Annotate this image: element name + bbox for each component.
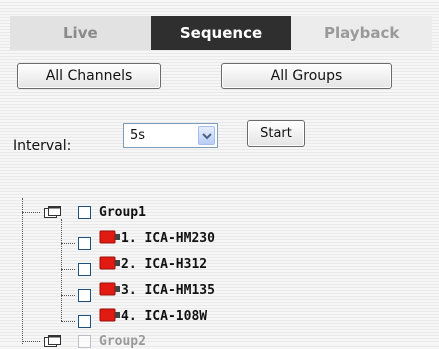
- all-channels-button[interactable]: All Channels: [17, 63, 161, 89]
- tree-connector: [61, 269, 75, 270]
- camera-checkbox[interactable]: [78, 263, 91, 276]
- chevron-down-icon[interactable]: [198, 126, 215, 145]
- camera-checkbox[interactable]: [78, 289, 91, 302]
- tree-connector: [22, 341, 40, 342]
- group2-checkbox[interactable]: [78, 335, 91, 348]
- tree-connector: [61, 321, 75, 322]
- tree-connector: [61, 295, 75, 296]
- folder-icon: [44, 206, 61, 218]
- start-button[interactable]: Start: [247, 120, 305, 147]
- group2-label: Group2: [99, 334, 146, 349]
- camera-label[interactable]: 1. ICA-HM230: [121, 231, 215, 246]
- camera-label[interactable]: 2. ICA-H312: [121, 257, 207, 272]
- tab-sequence[interactable]: Sequence: [150, 16, 292, 50]
- tree-connector: [61, 219, 62, 321]
- interval-select[interactable]: 5s: [123, 123, 218, 148]
- camera-label[interactable]: 4. ICA-108W: [121, 309, 207, 324]
- group1-checkbox[interactable]: [78, 206, 91, 219]
- tab-bar: Live Sequence Playback: [10, 16, 433, 50]
- tree-connector: [22, 198, 23, 344]
- channel-tree: Group1 1. ICA-HM230 2. ICA-H312 3. ICA-H…: [0, 0, 439, 349]
- all-groups-button[interactable]: All Groups: [221, 63, 392, 89]
- interval-label: Interval:: [13, 138, 72, 154]
- camera-checkbox[interactable]: [78, 237, 91, 250]
- tab-playback[interactable]: Playback: [291, 16, 433, 50]
- folder-icon: [44, 335, 61, 347]
- tree-connector: [22, 212, 40, 213]
- group1-label: Group1: [99, 205, 146, 220]
- tab-live[interactable]: Live: [10, 16, 151, 50]
- tree-connector: [61, 243, 75, 244]
- camera-icon: [99, 230, 120, 244]
- camera-icon: [99, 256, 120, 270]
- camera-icon: [99, 308, 120, 322]
- interval-select-value: 5s: [130, 128, 146, 143]
- camera-icon: [99, 282, 120, 296]
- camera-checkbox[interactable]: [78, 315, 91, 328]
- camera-label[interactable]: 3. ICA-HM135: [121, 283, 215, 298]
